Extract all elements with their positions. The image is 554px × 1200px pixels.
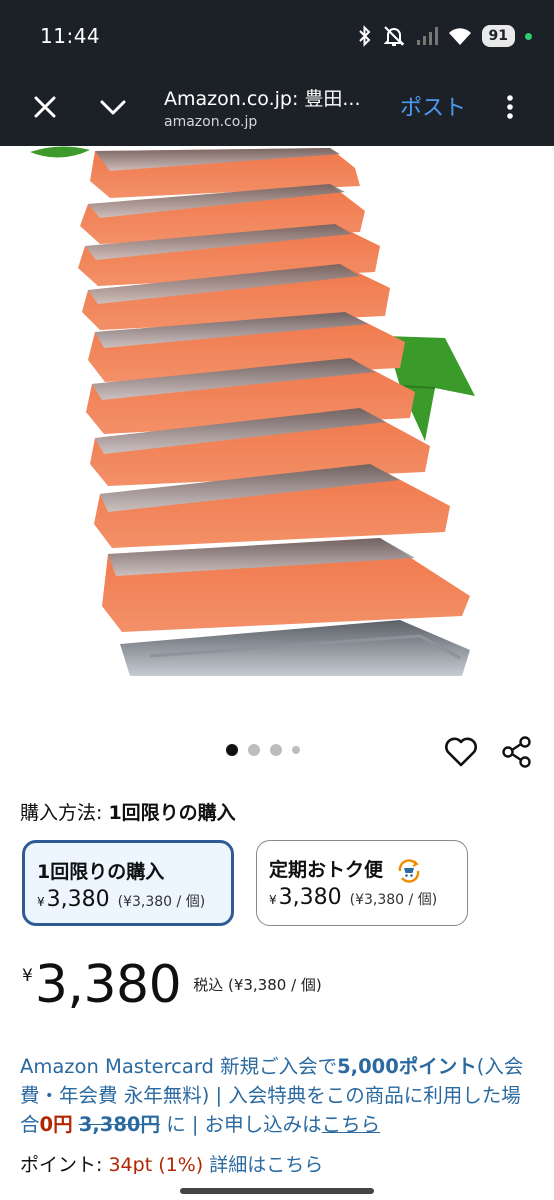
- promo-text-3: に | お申し込みは: [166, 1113, 322, 1136]
- option-unit-price: (¥3,380 / 個): [349, 892, 438, 908]
- salmon-slices-image: [0, 146, 554, 676]
- bluetooth-icon: [358, 25, 370, 47]
- promo-points: 5,000ポイント: [337, 1055, 477, 1078]
- status-time: 11:44: [40, 24, 101, 48]
- points-value: 34pt: [108, 1154, 153, 1176]
- privacy-indicator-dot: [525, 32, 532, 40]
- option-price-amount: 3,380: [278, 885, 342, 910]
- carousel-dot-3[interactable]: [270, 744, 282, 756]
- gesture-area: [0, 1174, 554, 1200]
- status-bar: 11:44 91: [0, 0, 554, 72]
- mastercard-promo[interactable]: Amazon Mastercard 新規ご入会で5,000ポイント(入会費・年会…: [20, 1052, 540, 1139]
- price-yen-symbol: ¥: [22, 966, 33, 986]
- status-icons: 91: [358, 22, 532, 50]
- yen-symbol: ¥: [37, 895, 45, 909]
- page-title: Amazon.co.jp: 豊田...: [164, 88, 361, 110]
- chevron-down-icon[interactable]: [98, 92, 128, 122]
- option-title: 1回限りの購入: [37, 861, 165, 883]
- promo-zero-price: 0円: [39, 1113, 73, 1136]
- share-icon[interactable]: [500, 735, 534, 769]
- mute-icon: [383, 26, 404, 46]
- carousel-dot-2[interactable]: [248, 744, 260, 756]
- price-amount: 3,380: [34, 955, 182, 1015]
- carousel-dot-1[interactable]: [226, 744, 238, 756]
- option-price: ¥ 3,380 (¥3,380 / 個): [269, 885, 437, 910]
- page-url: amazon.co.jp: [164, 114, 258, 130]
- subscribe-cart-icon: [398, 858, 419, 883]
- more-vertical-icon[interactable]: [498, 92, 522, 122]
- battery-icon: 91: [481, 25, 515, 47]
- points-label: ポイント:: [20, 1154, 103, 1176]
- image-carousel-dots[interactable]: [226, 744, 300, 756]
- signal-icon: [416, 27, 438, 45]
- option-price-amount: 3,380: [46, 887, 110, 912]
- promo-link[interactable]: こちら: [322, 1113, 381, 1136]
- post-button[interactable]: ポスト: [400, 90, 466, 122]
- promo-text-1: Amazon Mastercard 新規ご入会で: [20, 1055, 338, 1078]
- price-tax-note: 税込 (¥3,380 / 個): [193, 976, 322, 994]
- points-line: ポイント: 34pt (1%) 詳細はこちら: [20, 1150, 323, 1177]
- purchase-method-value: 1回限りの購入: [108, 802, 236, 824]
- option-unit-price: (¥3,380 / 個): [117, 894, 206, 910]
- wifi-icon: [448, 28, 471, 45]
- points-percent: (1%): [158, 1154, 204, 1176]
- product-price: ¥ 3,380 税込 (¥3,380 / 個): [22, 954, 322, 1016]
- option-price: ¥ 3,380 (¥3,380 / 個): [37, 887, 205, 912]
- close-icon[interactable]: [30, 92, 60, 122]
- carousel-dot-4[interactable]: [292, 746, 300, 754]
- heart-icon[interactable]: [444, 736, 478, 768]
- custom-tab-bar: Amazon.co.jp: 豊田... amazon.co.jp ポスト: [0, 72, 554, 146]
- option-one-time-purchase[interactable]: 1回限りの購入 ¥ 3,380 (¥3,380 / 個): [22, 840, 234, 926]
- points-detail-link[interactable]: 詳細はこちら: [209, 1154, 323, 1176]
- purchase-method-line: 購入方法: 1回限りの購入: [20, 798, 236, 825]
- option-title: 定期おトク便: [269, 855, 422, 884]
- promo-original-price: 3,380円: [78, 1113, 160, 1136]
- purchase-method-label: 購入方法:: [20, 802, 103, 824]
- home-indicator[interactable]: [180, 1188, 374, 1194]
- product-image[interactable]: [0, 146, 554, 676]
- yen-symbol: ¥: [269, 893, 277, 907]
- option-subscribe-save[interactable]: 定期おトク便 ¥ 3,380 (¥3,380 / 個): [256, 840, 468, 926]
- option-title-text: 定期おトク便: [269, 859, 384, 881]
